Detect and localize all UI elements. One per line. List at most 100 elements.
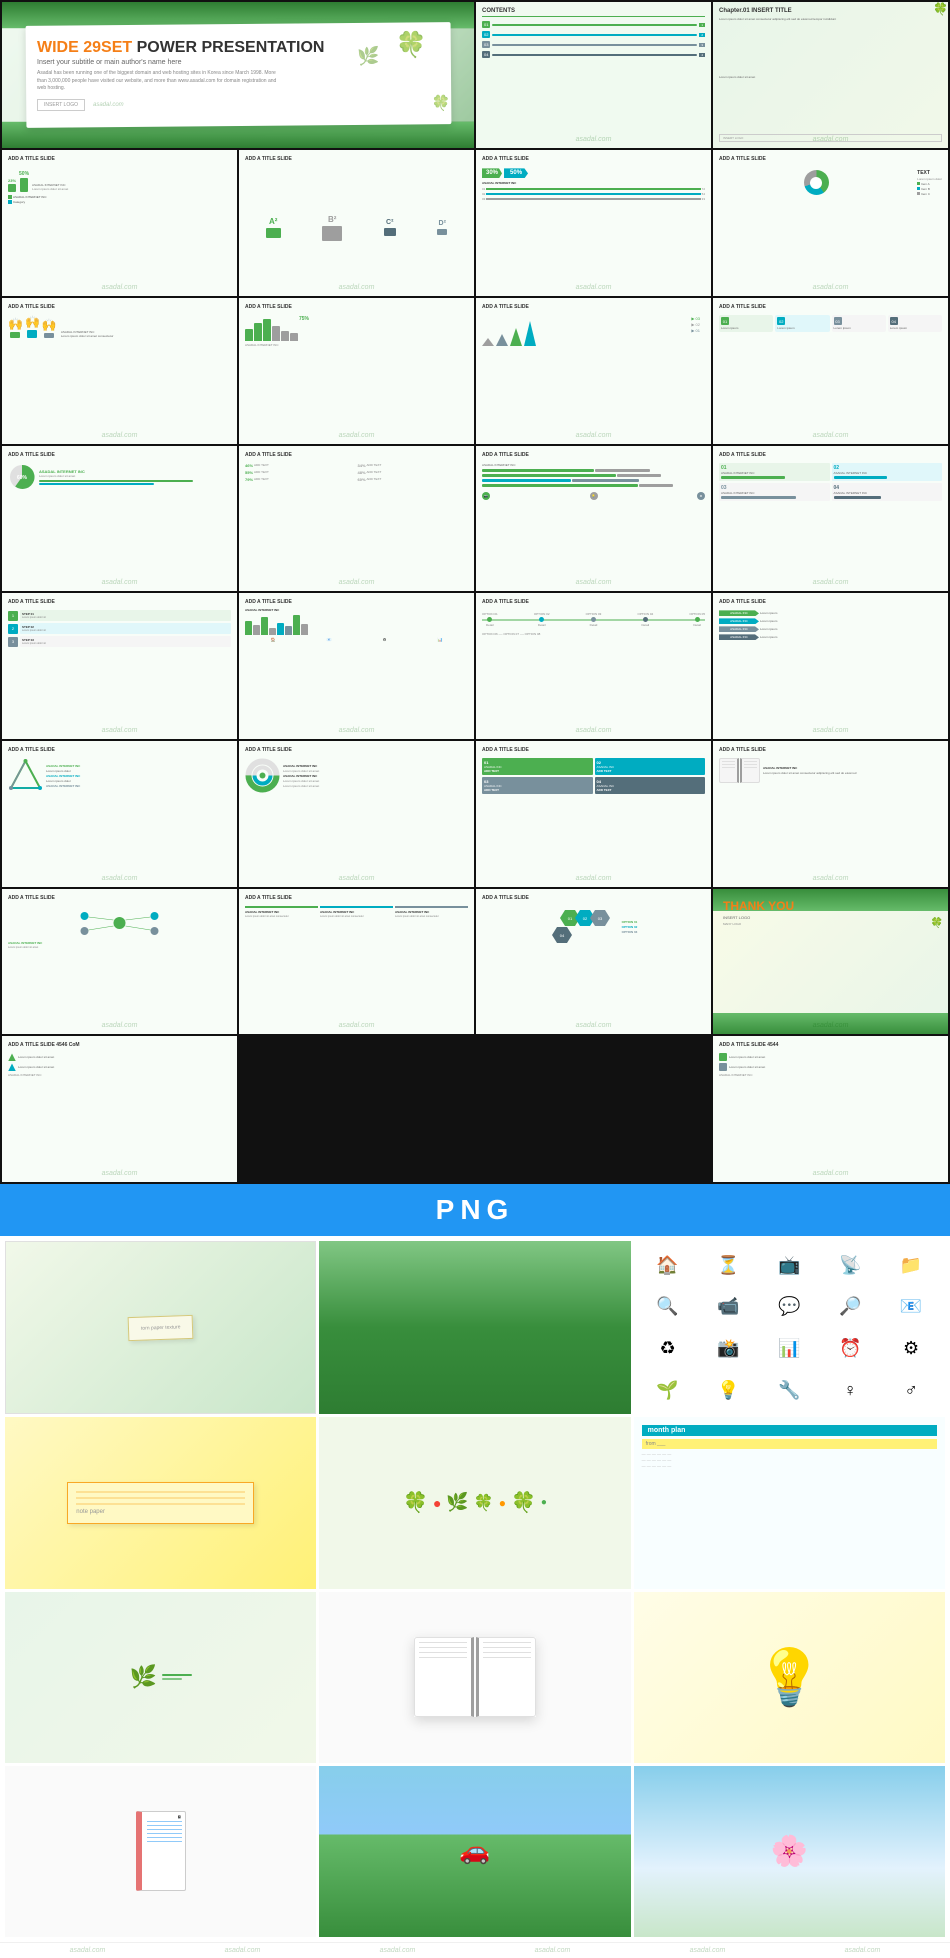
- watermark: asadal.com: [813, 432, 849, 439]
- watermark: asadal.com: [102, 284, 138, 291]
- wifi-icon: 📡: [839, 1255, 861, 1276]
- watermark: asadal.com: [576, 727, 612, 734]
- png-item-clovers: 🍀 ● 🌿 🍀 ● 🍀 ●: [319, 1417, 630, 1588]
- slide-26-label: ADD A TITLE SLIDE 4544: [719, 1042, 942, 1048]
- chart-icon: 📊: [778, 1338, 800, 1359]
- home-icon: 🏠: [656, 1255, 678, 1276]
- slide-18[interactable]: ADD A TITLE SLIDE ASADAL INTERNET INC Lo…: [239, 741, 474, 887]
- slide-25-label: ADD A TITLE SLIDE 4546 CoM: [8, 1042, 231, 1048]
- png-item-car: 🚗: [319, 1766, 630, 1937]
- folder-icon: 📁: [900, 1255, 922, 1276]
- slide-11[interactable]: ADD A TITLE SLIDE ASADAL INTERNET INC: [476, 446, 711, 592]
- png-item-paper: torn paper texture: [5, 1241, 316, 1414]
- slide-13[interactable]: ADD A TITLE SLIDE 1 STEP 01 Lorem ipsum …: [2, 593, 237, 739]
- slide-26[interactable]: ADD A TITLE SLIDE 4544 Lorem ipsum dolor…: [713, 1036, 948, 1182]
- footer-wm-5: asadal.com: [690, 1947, 726, 1954]
- footer-wm-3: asadal.com: [380, 1947, 416, 1954]
- slide-9[interactable]: ADD A TITLE SLIDE 60% ASADAL INTERNET IN…: [2, 446, 237, 592]
- slide-25[interactable]: ADD A TITLE SLIDE 4546 CoM Lorem ipsum d…: [2, 1036, 237, 1182]
- tools-icon: 🔧: [778, 1380, 800, 1401]
- hero-watermark: asadal.com: [93, 102, 124, 108]
- slide-6[interactable]: ADD A TITLE SLIDE 75% ASADAL INTERNET IN…: [239, 298, 474, 444]
- watermark: asadal.com: [339, 1022, 375, 1029]
- slide-17-label: ADD A TITLE SLIDE: [8, 747, 231, 753]
- footer-wm-6: asadal.com: [845, 1947, 881, 1954]
- chapter-slide[interactable]: Chapter.01 INSERT TITLE Lorem ipsum dolo…: [713, 2, 948, 148]
- footer-wm-1: asadal.com: [70, 1947, 106, 1954]
- watermark: asadal.com: [102, 579, 138, 586]
- slide-14-label: ADD A TITLE SLIDE: [245, 599, 468, 605]
- slide-10-label: ADD A TITLE SLIDE: [245, 452, 468, 458]
- female-icon: ♀: [843, 1380, 857, 1401]
- png-item-dandelion: 🌸: [634, 1766, 945, 1937]
- slide-23[interactable]: ADD A TITLE SLIDE 01 02 03 0: [476, 889, 711, 1035]
- png-items-section: torn paper texture 🏠 ⏳ 📺 📡 📁 🔍 📹 💬 🔎 📧 ♻…: [0, 1236, 950, 1942]
- slide-thankyou[interactable]: THANK YOU INSERT LOGO MANY LOGO 🍀 asadal…: [713, 889, 948, 1035]
- slide-16[interactable]: ADD A TITLE SLIDE ASADAL INC Lorem ipsum…: [713, 593, 948, 739]
- slide-5[interactable]: ADD A TITLE SLIDE 🙌 🙌 🙌 ASADAL INTERN: [2, 298, 237, 444]
- search-icon: 🔍: [656, 1296, 678, 1317]
- alarm-icon: ⏰: [839, 1338, 861, 1359]
- svg-text:02: 02: [582, 916, 587, 921]
- slide-22[interactable]: ADD A TITLE SLIDE ASADAL INTERNET INC Lo…: [239, 889, 474, 1035]
- slide-21-label: ADD A TITLE SLIDE: [8, 895, 231, 901]
- slide-9-label: ADD A TITLE SLIDE: [8, 452, 231, 458]
- slide-10[interactable]: ADD A TITLE SLIDE 46%ADD TEXT 34%ADD TEX…: [239, 446, 474, 592]
- slide-8[interactable]: ADD A TITLE SLIDE 01 Lorem ipsum 02 Lore…: [713, 298, 948, 444]
- watermark: asadal.com: [576, 284, 612, 291]
- slide-1[interactable]: ADD A TITLE SLIDE 23% 50% ASADAL INTERNE…: [2, 150, 237, 296]
- png-section-header: PNG: [0, 1184, 950, 1236]
- zoom-icon: 🔎: [839, 1296, 861, 1317]
- contents-slide[interactable]: CONTENTS 011 022 033 044 asadal.com: [476, 2, 711, 148]
- slide-20[interactable]: ADD A TITLE SLIDE: [713, 741, 948, 887]
- slide-15-label: ADD A TITLE SLIDE: [482, 599, 705, 605]
- png-item-lightbulb: 💡: [634, 1592, 945, 1763]
- slide-7[interactable]: ADD A TITLE SLIDE ▶ 03 ▶ 02 ▶ 01 asadal.…: [476, 298, 711, 444]
- slide-19[interactable]: ADD A TITLE SLIDE 01 ASADAL INC ADD TEXT…: [476, 741, 711, 887]
- slide-23-label: ADD A TITLE SLIDE: [482, 895, 705, 901]
- watermark: asadal.com: [102, 1170, 138, 1177]
- slide-12-label: ADD A TITLE SLIDE: [719, 452, 942, 458]
- slide-18-label: ADD A TITLE SLIDE: [245, 747, 468, 753]
- slide-15[interactable]: ADD A TITLE SLIDE OPTION 01 Detail OPTIO…: [476, 593, 711, 739]
- svg-text:04: 04: [559, 933, 564, 938]
- watermark: asadal.com: [339, 579, 375, 586]
- slide-5-label: ADD A TITLE SLIDE: [8, 304, 231, 310]
- watermark: asadal.com: [576, 136, 612, 143]
- png-item-notebook: 📓: [5, 1766, 316, 1937]
- hero-slide[interactable]: WIDE 29SET POWER PRESENTATION Insert you…: [2, 2, 474, 148]
- png-icons-grid: 🏠 ⏳ 📺 📡 📁 🔍 📹 💬 🔎 📧 ♻ 📸 📊 ⏰ ⚙ 🌱 💡 🔧 ♀ ♂: [634, 1241, 945, 1414]
- settings-icon: ⚙: [903, 1338, 919, 1359]
- slide-22-label: ADD A TITLE SLIDE: [245, 895, 468, 901]
- slide-4-label: ADD A TITLE SLIDE: [719, 156, 942, 162]
- slide-2-label: ADD A TITLE SLIDE: [245, 156, 468, 162]
- png-item-leaf-deco: 🌿: [5, 1592, 316, 1763]
- watermark: asadal.com: [576, 579, 612, 586]
- slide-4[interactable]: ADD A TITLE SLIDE TEXT Lorem ipsum dolor…: [713, 150, 948, 296]
- png-item-book: [319, 1592, 630, 1763]
- slide-3[interactable]: ADD A TITLE SLIDE 30% 50% ASADAL INTERNE…: [476, 150, 711, 296]
- hourglass-icon: ⏳: [717, 1255, 739, 1276]
- video-icon: 📹: [717, 1296, 739, 1317]
- slide-21[interactable]: ADD A TITLE SLIDE ASADAL: [2, 889, 237, 1035]
- slide-14[interactable]: ADD A TITLE SLIDE ASADAL INTERNET INC 🏠 …: [239, 593, 474, 739]
- plant-icon: 🌱: [656, 1380, 678, 1401]
- camera-icon: 📸: [717, 1338, 739, 1359]
- watermark: asadal.com: [102, 1022, 138, 1029]
- slide-17[interactable]: ADD A TITLE SLIDE ASADAL INTERNET INC Lo…: [2, 741, 237, 887]
- tv-icon: 📺: [778, 1255, 800, 1276]
- watermark: asadal.com: [339, 432, 375, 439]
- slide-16-label: ADD A TITLE SLIDE: [719, 599, 942, 605]
- svg-text:01: 01: [567, 916, 572, 921]
- slide-12[interactable]: ADD A TITLE SLIDE 01 ASADAL INTERNET INC…: [713, 446, 948, 592]
- slide-20-label: ADD A TITLE SLIDE: [719, 747, 942, 753]
- watermark: asadal.com: [813, 579, 849, 586]
- watermark: asadal.com: [813, 727, 849, 734]
- slide-13-label: ADD A TITLE SLIDE: [8, 599, 231, 605]
- watermark: asadal.com: [576, 1022, 612, 1029]
- svg-text:03: 03: [597, 916, 602, 921]
- recycle-icon: ♻: [660, 1338, 676, 1359]
- watermark: asadal.com: [102, 875, 138, 882]
- slide-2[interactable]: ADD A TITLE SLIDE A² B² C²: [239, 150, 474, 296]
- hero-title: WIDE 29SET POWER PRESENTATION: [37, 39, 439, 57]
